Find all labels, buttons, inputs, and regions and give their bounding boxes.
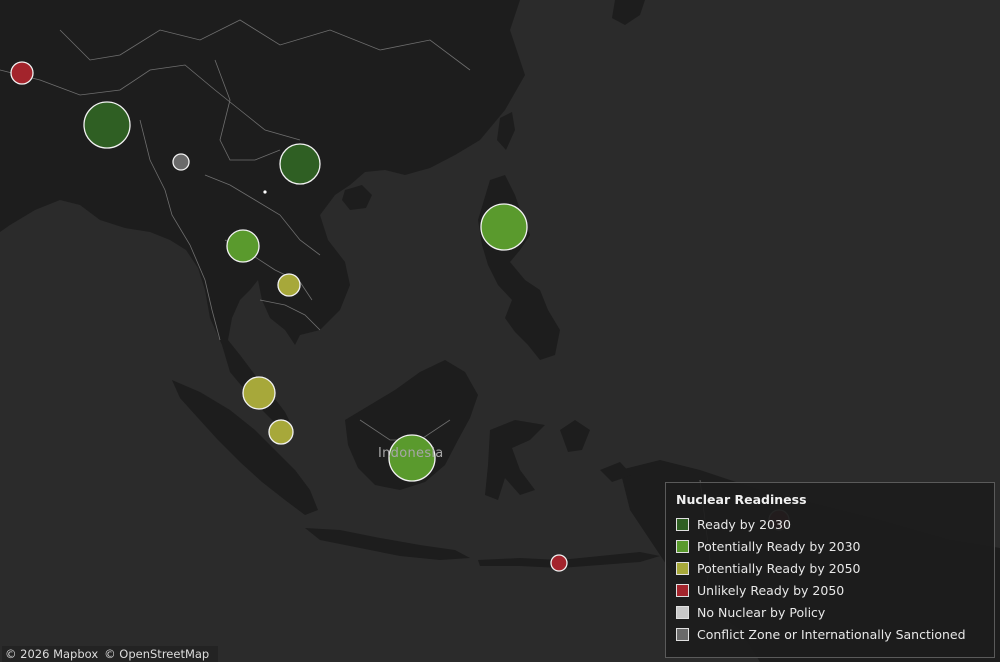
legend-swatch [676, 583, 689, 597]
label-indonesia: Indonesia [378, 446, 444, 461]
map-attribution: © 2026 Mapbox © OpenStreetMap [2, 646, 219, 662]
marker-vietnam[interactable] [279, 143, 321, 185]
legend-label: Potentially Ready by 2050 [697, 560, 861, 576]
legend-swatch [676, 539, 689, 553]
marker-myanmar[interactable] [172, 153, 190, 171]
marker-philippines[interactable] [480, 203, 528, 251]
legend-item-no-nuclear[interactable]: No Nuclear by Policy [676, 601, 984, 623]
legend-swatch [676, 517, 689, 531]
legend-title: Nuclear Readiness [676, 492, 807, 507]
attribution-mapbox[interactable]: © 2026 Mapbox [5, 647, 98, 661]
legend-panel: Nuclear Readiness Ready by 2030 Potentia… [665, 482, 995, 658]
legend-item-potentially-ready-2050[interactable]: Potentially Ready by 2050 [676, 557, 984, 579]
marker-thailand[interactable] [226, 229, 260, 263]
legend-item-unlikely-2050[interactable]: Unlikely Ready by 2050 [676, 579, 984, 601]
marker-timor-leste[interactable] [550, 554, 568, 572]
attribution-osm[interactable]: © OpenStreetMap [104, 647, 209, 661]
legend-item-potentially-ready-2030[interactable]: Potentially Ready by 2030 [676, 535, 984, 557]
marker-bangladesh[interactable] [83, 101, 131, 149]
legend-label: Conflict Zone or Internationally Sanctio… [697, 626, 966, 642]
marker-malaysia[interactable] [242, 376, 276, 410]
legend-item-conflict-zone[interactable]: Conflict Zone or Internationally Sanctio… [676, 623, 984, 645]
legend-label: Unlikely Ready by 2050 [697, 582, 845, 598]
legend-swatch [676, 605, 689, 619]
marker-nepal[interactable] [10, 61, 34, 85]
legend-item-ready-2030[interactable]: Ready by 2030 [676, 513, 984, 535]
legend-label: Potentially Ready by 2030 [697, 538, 861, 554]
capital-dot [263, 190, 267, 194]
legend-swatch [676, 627, 689, 641]
legend-swatch [676, 561, 689, 575]
legend-label: Ready by 2030 [697, 516, 791, 532]
marker-cambodia[interactable] [277, 273, 301, 297]
legend-label: No Nuclear by Policy [697, 604, 826, 620]
marker-singapore[interactable] [268, 419, 294, 445]
